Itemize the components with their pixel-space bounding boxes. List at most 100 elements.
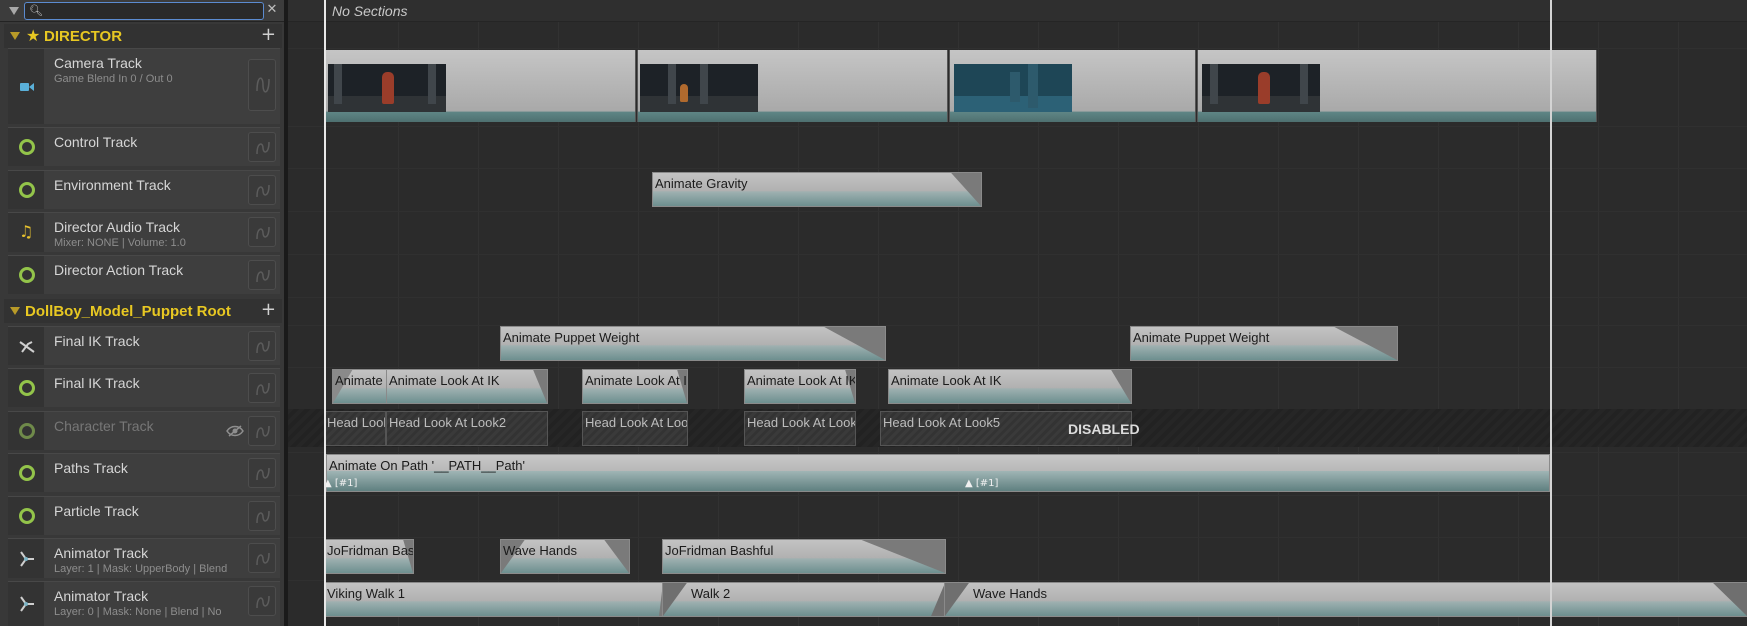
track-subtitle: Layer: 0 | Mask: None | Blend | No	[54, 606, 222, 618]
curve-toggle-button[interactable]	[248, 416, 276, 446]
clip-head-look-at[interactable]: Head Look At Look4	[744, 411, 856, 446]
group-header-director[interactable]: ★ DIRECTOR +	[4, 24, 282, 48]
track-particle[interactable]: Particle Track	[8, 496, 280, 535]
group-header-dollboy[interactable]: DollBoy_Model_Puppet Root +	[4, 299, 282, 323]
curve-toggle-button[interactable]	[248, 373, 276, 403]
search-icon: 🔍︎	[29, 4, 43, 17]
curve-toggle-button[interactable]	[248, 132, 276, 162]
row-separator	[288, 537, 1747, 538]
track-final-ik-2[interactable]: Final IK Track	[8, 368, 280, 407]
track-final-ik-1[interactable]: Final IK Track	[8, 326, 280, 365]
sections-bar[interactable]: No Sections	[288, 0, 1747, 22]
track-director-audio[interactable]: ♫ Director Audio Track Mixer: NONE | Vol…	[8, 212, 280, 252]
grid-line	[1598, 22, 1599, 626]
clip-animator[interactable]: Wave Hands	[500, 539, 630, 574]
clip-animate-puppet-weight[interactable]: Animate Puppet Weight	[1130, 326, 1398, 361]
curve-toggle-button[interactable]	[248, 217, 276, 247]
clip-animate-look-at-ik[interactable]: Animate Look At IK	[582, 369, 688, 404]
track-animator-2[interactable]: Animator Track Layer: 0 | Mask: None | B…	[8, 581, 280, 626]
eye-hidden-icon[interactable]	[226, 425, 244, 437]
clip-label: Animate Look At IK	[389, 373, 500, 388]
track-subtitle: Game Blend In 0 / Out 0	[54, 73, 173, 85]
playhead-end-line[interactable]	[1550, 0, 1552, 626]
curve-toggle-button[interactable]	[248, 543, 276, 573]
curve-toggle-button[interactable]	[248, 175, 276, 205]
camera-clip[interactable]	[637, 50, 948, 122]
clip-animator[interactable]: JoFridman Bashful	[324, 539, 414, 574]
final-ik-icon	[19, 341, 35, 353]
clip-head-look-at[interactable]: Head Look At Look1	[324, 411, 386, 446]
search-input[interactable]	[43, 3, 261, 19]
curve-icon	[256, 184, 270, 198]
clip-animator[interactable]: Walk 2	[662, 582, 946, 617]
row-separator	[288, 297, 1747, 298]
camera-clip[interactable]	[949, 50, 1196, 122]
track-icon-column	[8, 582, 44, 626]
track-camera[interactable]: Camera Track Game Blend In 0 / Out 0	[8, 48, 280, 124]
track-director-action[interactable]: Director Action Track	[8, 255, 280, 294]
clip-animate-look-at-ik[interactable]: Animate Look At IK	[888, 369, 1132, 404]
ease-curve	[945, 583, 1747, 616]
curve-toggle-button[interactable]	[248, 458, 276, 488]
clip-animator[interactable]: Wave Hands	[944, 582, 1747, 617]
row-separator	[288, 452, 1747, 453]
expand-arrow-icon[interactable]	[10, 307, 20, 315]
track-icon-column: ♫	[8, 213, 44, 252]
curve-icon	[256, 141, 270, 155]
add-track-icon[interactable]: +	[261, 24, 276, 45]
track-icon-column	[8, 128, 44, 166]
curve-icon	[256, 269, 270, 283]
ik-ring-icon	[19, 380, 35, 396]
path-marker[interactable]: ▲ [#1]	[324, 478, 357, 489]
filter-dropdown-icon[interactable]	[7, 4, 21, 18]
camera-clip[interactable]	[326, 50, 636, 122]
clip-animate-look-at-ik[interactable]: Animate Look At IK	[386, 369, 548, 404]
track-environment[interactable]: Environment Track	[8, 170, 280, 209]
curve-icon	[256, 552, 270, 566]
track-name: Paths Track	[54, 460, 128, 476]
clip-animator[interactable]: Viking Walk 1	[324, 582, 664, 617]
clip-label: Animate On Path '__PATH__Path'	[329, 458, 525, 473]
disabled-label: DISABLED	[1068, 421, 1140, 437]
clip-label: Animate Look At IK	[747, 373, 856, 388]
track-character[interactable]: Character Track	[8, 411, 280, 450]
search-box[interactable]: 🔍︎	[24, 2, 264, 20]
clear-search-icon[interactable]: ✕	[265, 2, 279, 18]
track-animator-1[interactable]: Animator Track Layer: 1 | Mask: UpperBod…	[8, 538, 280, 578]
curve-toggle-button[interactable]	[248, 331, 276, 361]
clip-animate-look-at-ik[interactable]: Animate Look At IK	[744, 369, 856, 404]
animator-icon	[20, 551, 34, 567]
track-icon-column	[8, 454, 44, 492]
curve-icon	[256, 340, 270, 354]
curve-toggle-button[interactable]	[248, 260, 276, 290]
clip-label: JoFridman Bashful	[665, 543, 774, 558]
curve-toggle-button[interactable]	[248, 586, 276, 616]
clip-animator[interactable]: JoFridman Bashful	[662, 539, 946, 574]
clip-label: Animate Puppet Weight	[1133, 330, 1270, 345]
path-marker[interactable]: ▲ [#1]	[965, 478, 998, 489]
clip-head-look-at[interactable]: Head Look At Look3	[582, 411, 688, 446]
clip-animate-gravity[interactable]: Animate Gravity	[652, 172, 982, 207]
track-name: Director Audio Track	[54, 219, 181, 235]
clip-head-look-at[interactable]: Head Look At Look2	[386, 411, 548, 446]
playhead-start-line[interactable]	[324, 0, 326, 626]
clip-animate-puppet-weight[interactable]: Animate Puppet Weight	[500, 326, 886, 361]
group-title: DollBoy_Model_Puppet Root	[25, 303, 231, 320]
track-paths[interactable]: Paths Track	[8, 453, 280, 492]
row-separator	[288, 211, 1747, 212]
clip-animate-look-at-ik[interactable]: Animate Look At IK	[332, 369, 392, 404]
add-track-icon[interactable]: +	[261, 299, 276, 320]
star-icon: ★	[26, 26, 41, 45]
clip-label: Head Look At Look3	[585, 415, 688, 430]
camera-icon	[20, 82, 34, 92]
track-control[interactable]: Control Track	[8, 127, 280, 166]
clip-label: Animate Look At IK	[891, 373, 1002, 388]
curve-toggle-button[interactable]	[248, 59, 276, 111]
timeline-area[interactable]: No Sections Animate Gravity Animate Pupp…	[288, 0, 1747, 626]
clip-animate-on-path[interactable]: Animate On Path '__PATH__Path' ▲ [#1] ▲ …	[324, 454, 1550, 492]
clip-label: Head Look At Look2	[389, 415, 507, 430]
row-separator	[288, 126, 1747, 127]
expand-arrow-icon[interactable]	[10, 32, 20, 40]
camera-clip[interactable]	[1197, 50, 1597, 122]
curve-toggle-button[interactable]	[248, 501, 276, 531]
